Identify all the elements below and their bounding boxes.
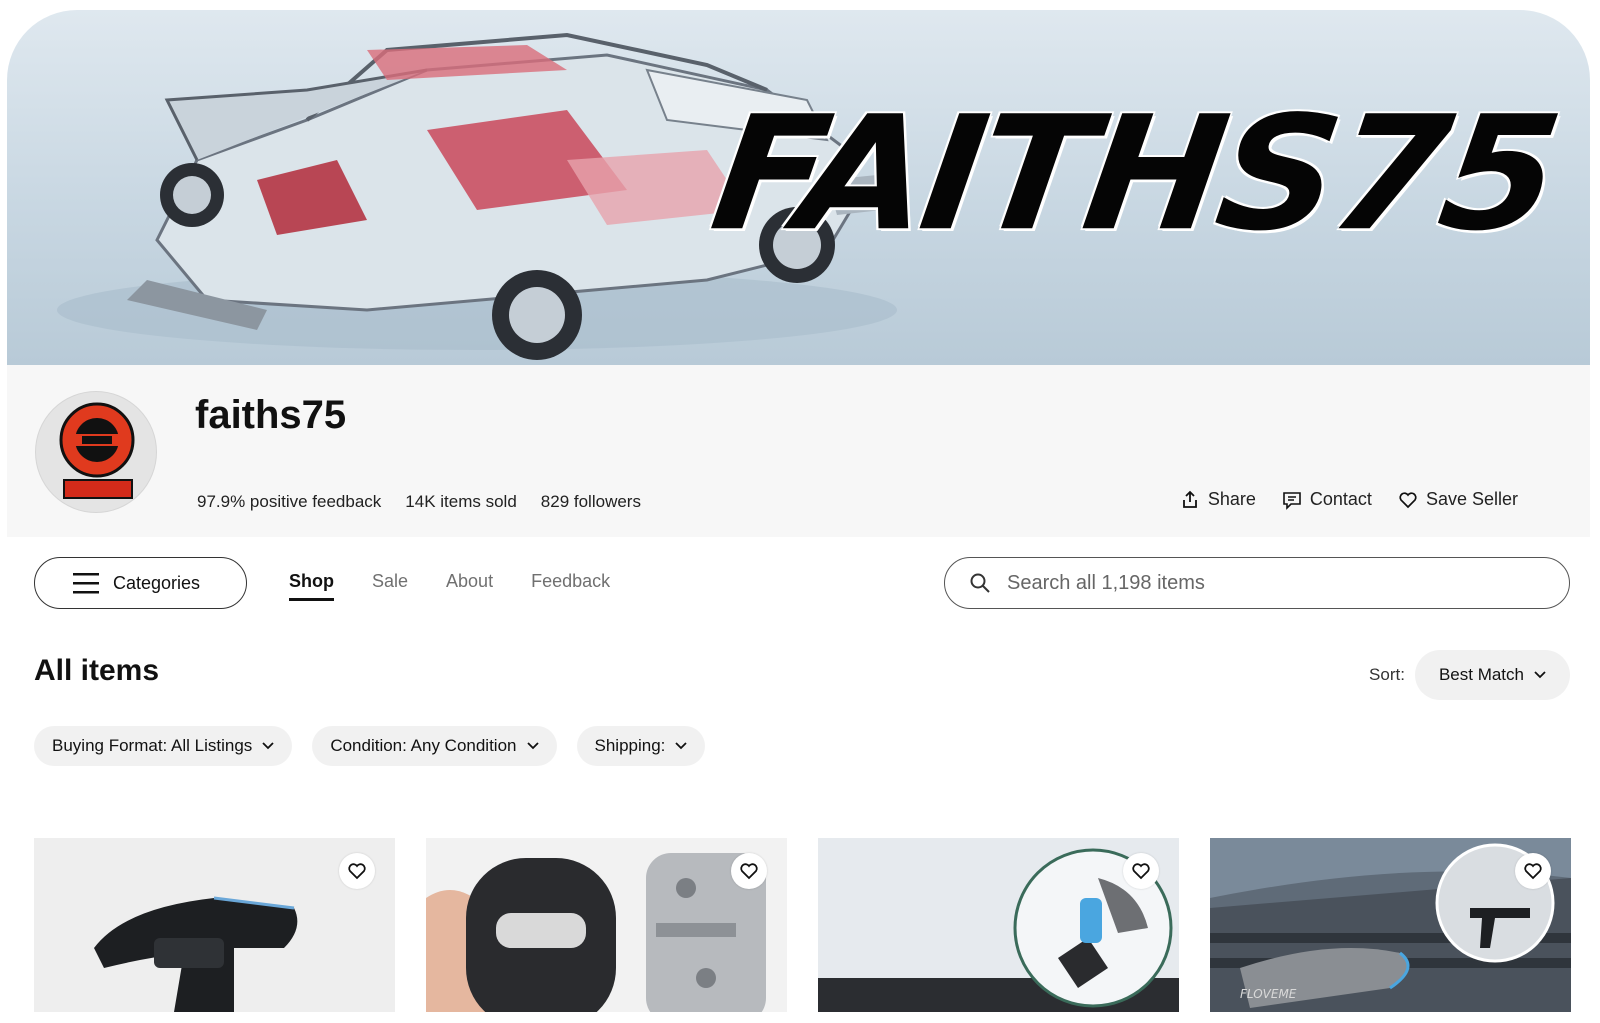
feedback-stat[interactable]: 97.9% positive feedback xyxy=(197,492,381,512)
sort-label: Sort: xyxy=(1369,665,1405,684)
product-card[interactable] xyxy=(426,838,787,1012)
store-search xyxy=(944,557,1570,609)
favorite-button[interactable] xyxy=(1123,853,1159,889)
tab-sale[interactable]: Sale xyxy=(372,571,408,601)
store-tabs: Shop Sale About Feedback xyxy=(289,571,610,601)
heart-icon xyxy=(740,863,758,880)
chevron-down-icon xyxy=(1534,671,1546,679)
filter-condition[interactable]: Condition: Any Condition xyxy=(312,726,557,766)
store-banner: FAITHS75 xyxy=(7,10,1590,365)
heart-icon xyxy=(1399,491,1417,508)
product-card[interactable] xyxy=(34,838,395,1012)
product-brand-mark: FLOVEME xyxy=(1240,987,1297,1001)
categories-label: Categories xyxy=(113,572,201,593)
tab-about[interactable]: About xyxy=(446,571,493,601)
save-seller-label: Save Seller xyxy=(1425,489,1518,509)
page-title: All items xyxy=(34,654,160,687)
filter-bar: Buying Format: All Listings Condition: A… xyxy=(34,726,706,766)
filter-shipping[interactable]: Shipping: xyxy=(576,726,706,766)
search-icon[interactable] xyxy=(969,572,991,594)
contact-button[interactable]: Contact xyxy=(1282,489,1372,510)
favorite-button[interactable] xyxy=(731,853,767,889)
store-logo xyxy=(59,402,135,499)
product-card[interactable]: FLOVEME xyxy=(1210,838,1571,1012)
banner-brand-text: FAITHS75 xyxy=(702,82,1565,267)
store-actions: Share Contact Save Seller xyxy=(1180,489,1518,510)
sort-value: Best Match xyxy=(1438,665,1524,684)
items-sold-stat: 14K items sold xyxy=(405,492,517,511)
filter-label: Shipping: xyxy=(594,736,666,755)
filter-label: Condition: Any Condition xyxy=(330,736,517,755)
chevron-down-icon xyxy=(262,742,274,750)
favorite-button[interactable] xyxy=(339,853,375,889)
tab-feedback[interactable]: Feedback xyxy=(531,571,610,601)
share-label: Share xyxy=(1207,489,1256,509)
listing-header: All items Sort: Best Match xyxy=(34,650,1570,700)
tab-shop[interactable]: Shop xyxy=(289,571,334,601)
filter-buying-format[interactable]: Buying Format: All Listings xyxy=(34,726,293,766)
avatar[interactable] xyxy=(35,391,157,513)
store-stats: 97.9% positive feedback 14K items sold 8… xyxy=(197,492,641,512)
sort-control: Sort: Best Match xyxy=(1369,650,1570,700)
share-button[interactable]: Share xyxy=(1180,489,1256,510)
chat-icon xyxy=(1283,491,1301,510)
store-profile: faiths75 97.9% positive feedback 14K ite… xyxy=(7,365,1590,537)
product-card[interactable] xyxy=(818,838,1179,1012)
contact-label: Contact xyxy=(1309,489,1372,509)
store-name: faiths75 xyxy=(195,393,347,437)
categories-button[interactable]: Categories xyxy=(34,557,247,609)
filter-label: Buying Format: All Listings xyxy=(52,736,253,755)
followers-stat: 829 followers xyxy=(540,492,641,511)
heart-icon xyxy=(1524,863,1542,880)
sort-dropdown[interactable]: Best Match xyxy=(1414,650,1570,700)
store-nav: Categories Shop Sale About Feedback xyxy=(0,557,1600,611)
favorite-button[interactable] xyxy=(1515,853,1551,889)
chevron-down-icon xyxy=(675,742,688,750)
hamburger-icon xyxy=(73,573,99,594)
heart-icon xyxy=(1132,863,1150,880)
share-icon xyxy=(1182,490,1197,508)
search-input[interactable] xyxy=(1007,571,1547,595)
save-seller-button[interactable]: Save Seller xyxy=(1398,489,1518,510)
heart-icon xyxy=(348,863,366,880)
product-grid: FLOVEME xyxy=(34,838,1571,1012)
chevron-down-icon xyxy=(526,742,539,750)
